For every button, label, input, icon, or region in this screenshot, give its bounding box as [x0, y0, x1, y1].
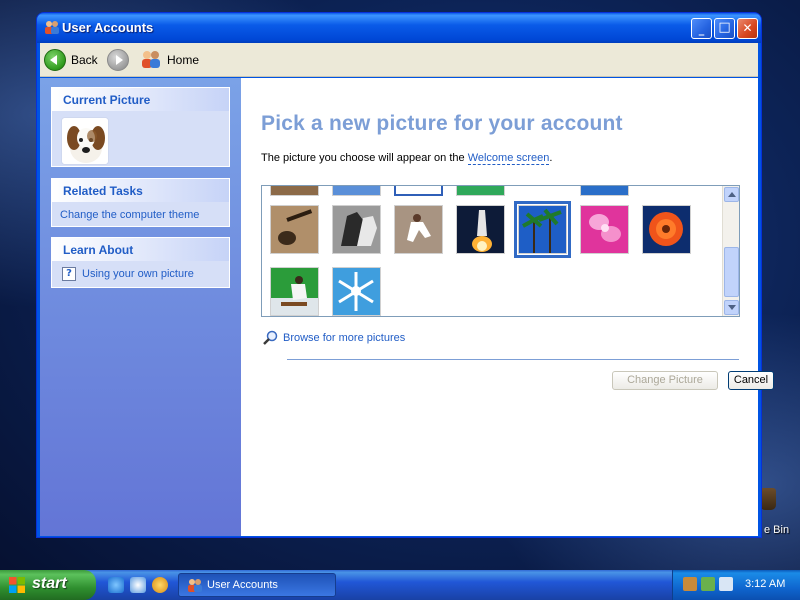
instruction-suffix: . — [549, 152, 553, 164]
tray-security-icon[interactable] — [701, 577, 715, 591]
current-picture-heading: Current Picture — [52, 88, 229, 111]
forward-arrow-icon[interactable] — [107, 49, 129, 71]
page-title: Pick a new picture for your account — [261, 112, 623, 135]
recycle-bin-icon[interactable] — [760, 488, 776, 510]
windows-logo-icon — [9, 577, 25, 593]
picture-orange-flower[interactable] — [642, 205, 691, 254]
picture-skateboarder[interactable] — [270, 267, 319, 316]
title-bar[interactable]: User Accounts _ □ ✕ — [37, 13, 761, 43]
magnifier-icon — [263, 330, 278, 345]
media-icon[interactable] — [130, 577, 146, 593]
learn-about-box: Learn About ? Using your own picture — [51, 237, 230, 288]
scroll-thumb[interactable] — [724, 247, 739, 297]
back-arrow-icon[interactable] — [44, 49, 66, 71]
gallery-thumb-partial[interactable] — [456, 186, 505, 196]
instruction-text: The picture you choose will appear on th… — [261, 152, 553, 165]
gallery-scrollbar[interactable] — [722, 186, 739, 316]
help-question-icon: ? — [62, 267, 76, 281]
back-button-label[interactable]: Back — [71, 53, 98, 67]
user-accounts-icon — [188, 579, 202, 592]
close-button[interactable]: ✕ — [737, 18, 758, 39]
clock: 3:12 AM — [745, 578, 786, 590]
taskbar: start User Accounts 3:12 AM — [0, 570, 800, 600]
start-button[interactable]: start — [0, 570, 96, 600]
scroll-up-icon[interactable] — [724, 187, 739, 202]
tray-network-icon[interactable] — [683, 577, 697, 591]
navigation-toolbar: Back Home — [40, 43, 758, 77]
picture-pink-flower[interactable] — [580, 205, 629, 254]
home-button-label[interactable]: Home — [167, 53, 199, 67]
start-label[interactable]: start — [32, 575, 67, 593]
media-player-icon[interactable] — [152, 577, 168, 593]
picture-guitar[interactable] — [270, 205, 319, 254]
user-accounts-window: User Accounts _ □ ✕ Back Home Current Pi… — [36, 12, 774, 538]
related-tasks-box: Related Tasks Change the computer theme — [51, 178, 230, 227]
recycle-bin-label[interactable]: e Bin — [764, 524, 789, 536]
picture-space-shuttle[interactable] — [456, 205, 505, 254]
cancel-button[interactable]: Cancel — [728, 371, 774, 390]
picture-karate[interactable] — [394, 205, 443, 254]
user-accounts-icon — [45, 21, 59, 34]
tray-volume-icon[interactable] — [719, 577, 733, 591]
browse-link-row[interactable]: Browse for more pictures — [263, 330, 405, 346]
instruction-prefix: The picture you choose will appear on th… — [261, 152, 468, 164]
welcome-screen-link[interactable]: Welcome screen — [467, 152, 550, 165]
home-users-icon[interactable] — [140, 49, 162, 69]
maximize-button[interactable]: □ — [714, 18, 735, 39]
related-tasks-heading: Related Tasks — [52, 179, 229, 202]
gallery-thumb-partial[interactable] — [270, 186, 319, 196]
picture-gallery[interactable] — [261, 185, 740, 317]
task-pane: Current Picture Related Tasks Change the… — [40, 78, 241, 536]
system-tray: 3:12 AM — [672, 570, 800, 600]
browse-more-pictures-link[interactable]: Browse for more pictures — [283, 332, 405, 344]
picture-horses[interactable] — [332, 205, 381, 254]
window-title: User Accounts — [62, 20, 154, 35]
taskbar-item-label[interactable]: User Accounts — [207, 579, 278, 591]
gallery-thumb-partial[interactable] — [580, 186, 629, 196]
internet-explorer-icon[interactable] — [108, 577, 124, 593]
gallery-thumb-partial[interactable] — [394, 186, 443, 196]
current-picture-box: Current Picture — [51, 87, 230, 167]
picture-snowflake[interactable] — [332, 267, 381, 316]
current-avatar-dog — [61, 117, 109, 165]
gallery-thumb-partial[interactable] — [332, 186, 381, 196]
change-theme-link[interactable]: Change the computer theme — [60, 209, 199, 221]
picture-palm-trees[interactable] — [514, 201, 571, 258]
learn-about-heading: Learn About — [52, 238, 229, 261]
scroll-down-icon[interactable] — [724, 300, 739, 315]
taskbar-item-user-accounts[interactable]: User Accounts — [178, 573, 336, 597]
minimize-button[interactable]: _ — [691, 18, 712, 39]
section-divider — [287, 359, 739, 360]
own-picture-help-link[interactable]: Using your own picture — [82, 268, 194, 280]
main-content: Pick a new picture for your account The … — [241, 78, 774, 536]
change-picture-button[interactable]: Change Picture — [612, 371, 718, 390]
